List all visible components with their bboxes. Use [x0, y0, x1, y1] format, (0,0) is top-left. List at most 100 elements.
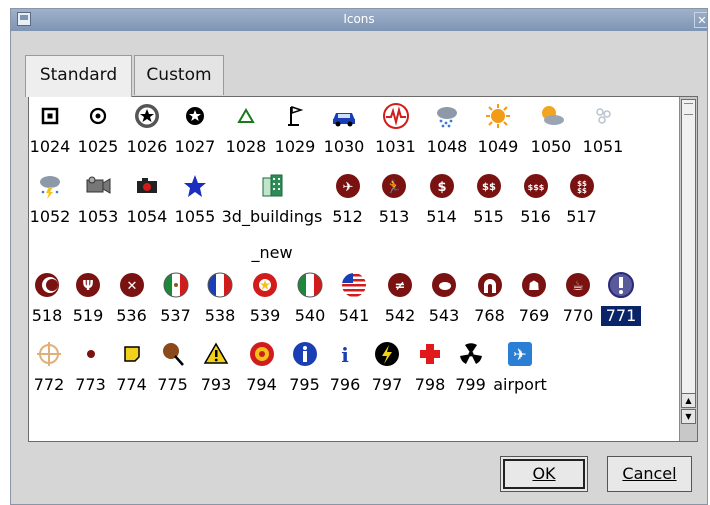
icon-cell[interactable]: 3d_buildings _new	[221, 171, 323, 269]
scroll-down-button[interactable]: ▼	[681, 409, 696, 424]
icon-cell[interactable]: 799	[452, 339, 489, 401]
star-wheel-icon	[124, 101, 170, 131]
icon-cell[interactable]: 540	[289, 270, 331, 332]
icon-cell[interactable]: i 796	[326, 339, 364, 401]
icon-label: 538	[204, 306, 236, 325]
icon-cell[interactable]: 539	[244, 270, 286, 332]
icon-label: 775	[157, 375, 188, 394]
icon-cell[interactable]: 1048	[424, 101, 470, 163]
sun-icon	[473, 101, 523, 131]
icon-cell[interactable]: 773	[72, 339, 109, 401]
usa-flag-icon	[333, 270, 375, 300]
warning-icon	[194, 339, 238, 369]
icon-cell[interactable]: 1028	[221, 101, 271, 163]
scroll-thumb[interactable]	[681, 99, 696, 399]
icon-cell[interactable]: 1026	[124, 101, 170, 163]
cancel-button[interactable]: Cancel	[607, 456, 692, 492]
icon-cell[interactable]: 797	[366, 339, 408, 401]
icon-cell[interactable]: 🏃 513	[373, 171, 415, 233]
lightning-icon	[366, 339, 408, 369]
icon-cell[interactable]: 1029	[273, 101, 317, 163]
icon-cell[interactable]: 1024	[29, 101, 71, 163]
svg-text:☕: ☕	[572, 279, 584, 294]
icon-cell[interactable]: Ψ 519	[68, 270, 108, 332]
icon-cell[interactable]: 768	[469, 270, 510, 332]
icon-label: _new	[251, 243, 293, 262]
icon-label: 1052	[29, 207, 71, 226]
icon-cell[interactable]: 1027	[172, 101, 218, 163]
icon-label: 513	[378, 207, 410, 226]
icon-label: 793	[200, 375, 232, 394]
icon-label: 516	[520, 207, 551, 226]
icon-label: 1031	[375, 137, 416, 156]
icon-cell[interactable]: 1050	[526, 101, 576, 163]
icon-cell[interactable]: 1052	[29, 171, 71, 233]
icon-cell[interactable]: 795	[285, 339, 324, 401]
biohazard-icon	[241, 339, 282, 369]
icon-label: 1055	[174, 207, 216, 226]
icon-cell[interactable]: ≠ 542	[379, 270, 421, 332]
icon-label: 512	[332, 207, 363, 226]
icon-cell[interactable]: ☕ 770	[558, 270, 598, 332]
icon-cell[interactable]: 1025	[75, 101, 121, 163]
icon-cell[interactable]: $514	[418, 171, 465, 233]
icon-cell[interactable]: 775	[154, 339, 191, 401]
fork-icon: Ψ	[68, 270, 108, 300]
icon-label: 515	[473, 207, 504, 226]
icon-cell[interactable]: 1053	[75, 171, 121, 233]
vertical-scrollbar[interactable]: ▲ ▼	[679, 97, 697, 441]
svg-text:🏃: 🏃	[386, 179, 402, 195]
icon-label: 541	[338, 306, 370, 325]
icon-cell[interactable]: 1054	[124, 171, 170, 233]
circle-target-icon	[75, 101, 121, 131]
icon-cell[interactable]: ✕ 536	[110, 270, 153, 332]
pulse-icon	[370, 101, 421, 131]
dollar-cluster-icon: $$ $$	[559, 171, 604, 201]
icon-cell[interactable]: 518	[29, 270, 65, 332]
icon-cell[interactable]: $$$ 516	[514, 171, 557, 233]
icon-cell[interactable]: 537	[155, 270, 196, 332]
icon-cell[interactable]: 1031	[370, 101, 421, 163]
running-man-icon: 🏃	[373, 171, 415, 201]
icon-cell[interactable]: 1051	[579, 101, 627, 163]
icon-cell[interactable]: ✈ 512	[325, 171, 370, 233]
icon-cell[interactable]: 1030	[319, 101, 369, 163]
svg-text:≠: ≠	[395, 279, 406, 294]
icon-cell[interactable]: 774	[111, 339, 152, 401]
icon-cell[interactable]: 793	[194, 339, 238, 401]
utensils-icon: ✕	[110, 270, 153, 300]
tab-custom[interactable]: Custom	[134, 55, 224, 95]
flag-icon	[273, 101, 317, 131]
svg-text:✈: ✈	[513, 345, 526, 364]
icon-cell[interactable]: ☗ 769	[513, 270, 555, 332]
icon-cell[interactable]: 1049	[473, 101, 523, 163]
icon-label: 768	[474, 306, 505, 325]
icon-cell[interactable]: 538	[199, 270, 241, 332]
title-bar[interactable]: Icons ✕	[11, 9, 707, 31]
close-icon[interactable]: ✕	[694, 12, 707, 28]
cutlery-icon: ≠	[379, 270, 421, 300]
triangle-outline-icon	[221, 101, 271, 131]
svg-text:$: $	[437, 180, 446, 195]
icon-cell[interactable]: 541	[333, 270, 375, 332]
icon-cell[interactable]: ✈ airport	[491, 339, 549, 401]
icon-cell[interactable]: 771	[601, 270, 641, 332]
icon-cell[interactable]: 798	[411, 339, 449, 401]
icon-label: 518	[31, 306, 63, 325]
icon-cell[interactable]: 543	[423, 270, 465, 332]
ok-button[interactable]: OK	[500, 456, 588, 492]
svg-text:$$: $$	[482, 182, 496, 193]
icon-cell[interactable]: 1055	[172, 171, 218, 233]
icon-cell[interactable]: $$ $$ 517	[559, 171, 604, 233]
icon-cell[interactable]: $$ 515	[466, 171, 511, 233]
dining-icon	[423, 270, 465, 300]
icon-label: airport	[493, 375, 547, 394]
cancel-button-label: Cancel	[622, 464, 677, 483]
icon-label: 771	[601, 306, 641, 326]
icon-label: 799	[455, 375, 486, 394]
scroll-up-button[interactable]: ▲	[681, 393, 696, 408]
tab-standard[interactable]: Standard	[25, 55, 132, 97]
icon-cell[interactable]: 772	[29, 339, 69, 401]
icon-cell[interactable]: 794	[241, 339, 282, 401]
dollar-icon: $	[418, 171, 465, 201]
